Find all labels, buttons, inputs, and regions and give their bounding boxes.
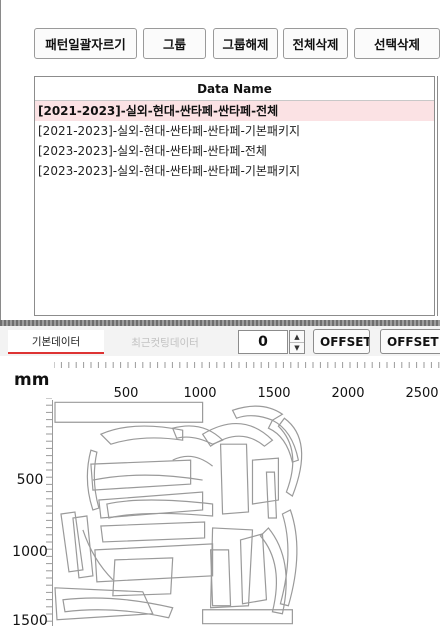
ungroup-button[interactable]: 그룹해제 xyxy=(213,28,278,59)
pattern-piece xyxy=(201,423,274,448)
pattern-piece xyxy=(209,549,232,607)
x-tick-label: 2000 xyxy=(331,386,364,398)
tab-recent-cutting-data[interactable]: 최근컷팅데이터 xyxy=(110,330,220,354)
pattern-piece xyxy=(92,474,203,481)
x-tick-label: 1500 xyxy=(257,386,290,398)
x-tick-label: 1000 xyxy=(183,386,216,398)
list-item[interactable]: [2021-2023]-실외-현대-싼타페-싼타페-기본패키지 xyxy=(35,121,434,141)
vertical-ruler: 500 1000 1500 xyxy=(12,398,52,626)
list-item[interactable]: [2023-2023]-실외-현대-싼타페-싼타페-전체 xyxy=(35,141,434,161)
pattern-canvas[interactable]: mm 500 1000 1500 2000 2500 500 1000 1500 xyxy=(0,356,440,626)
pattern-piece xyxy=(267,419,300,463)
pattern-piece xyxy=(265,471,278,519)
bottom-toolbar: 기본데이터 최근컷팅데이터 0 ▲ ▼ OFFSET OFFSET PO xyxy=(0,326,440,356)
offset-stepper[interactable]: ▲ ▼ xyxy=(289,330,305,354)
batch-cut-button[interactable]: 패턴일괄자르기 xyxy=(34,28,137,59)
unit-label: mm xyxy=(14,370,50,390)
y-tick-label: 500 xyxy=(17,472,44,488)
pattern-piece xyxy=(171,425,224,445)
pattern-piece xyxy=(82,529,114,581)
toolbar: 패턴일괄자르기 그룹 그룹해제 전체삭제 선택삭제 xyxy=(34,28,440,60)
pattern-piece xyxy=(99,425,184,445)
list-header[interactable]: Data Name xyxy=(35,77,434,101)
group-button[interactable]: 그룹 xyxy=(143,28,206,59)
list-item[interactable]: [2023-2023]-실외-현대-싼타페-싼타페-기본패키지 xyxy=(35,161,434,181)
offset-button[interactable]: OFFSET xyxy=(313,329,370,354)
pattern-piece xyxy=(100,521,206,543)
pattern-piece xyxy=(54,401,204,423)
pattern-piece xyxy=(219,443,250,515)
pattern-piece xyxy=(202,609,293,625)
data-list: Data Name [2021-2023]-실외-현대-싼타페-싼타페-전체 [… xyxy=(34,76,435,316)
x-tick-label: 2500 xyxy=(405,386,438,398)
pattern-piece xyxy=(60,511,84,573)
pattern-piece xyxy=(239,533,268,605)
chevron-up-icon[interactable]: ▲ xyxy=(290,331,304,342)
delete-selected-button[interactable]: 선택삭제 xyxy=(354,28,440,59)
pattern-plot[interactable] xyxy=(52,400,440,626)
x-tick-label: 500 xyxy=(114,386,139,398)
app-window: 패턴일괄자르기 그룹 그룹해제 전체삭제 선택삭제 Data Name [202… xyxy=(0,0,440,626)
pattern-piece xyxy=(106,499,214,519)
pattern-piece xyxy=(231,405,284,421)
pattern-piece xyxy=(94,543,214,583)
y-tick-label: 1000 xyxy=(12,544,48,560)
pattern-piece xyxy=(209,527,254,609)
tab-basic-data[interactable]: 기본데이터 xyxy=(8,330,104,354)
list-item[interactable]: [2021-2023]-실외-현대-싼타페-싼타페-전체 xyxy=(35,101,434,121)
window-edge xyxy=(0,0,1,320)
horizontal-ruler: 500 1000 1500 2000 2500 xyxy=(54,362,440,398)
delete-all-button[interactable]: 전체삭제 xyxy=(283,28,348,59)
y-tick-label: 1500 xyxy=(12,613,48,626)
pattern-piece xyxy=(54,587,154,621)
offset-value-field[interactable]: 0 xyxy=(238,330,288,354)
pattern-piece xyxy=(112,557,174,597)
chevron-down-icon[interactable]: ▼ xyxy=(290,342,304,353)
offset-po-button[interactable]: OFFSET PO xyxy=(380,329,440,354)
pattern-piece xyxy=(62,597,174,619)
